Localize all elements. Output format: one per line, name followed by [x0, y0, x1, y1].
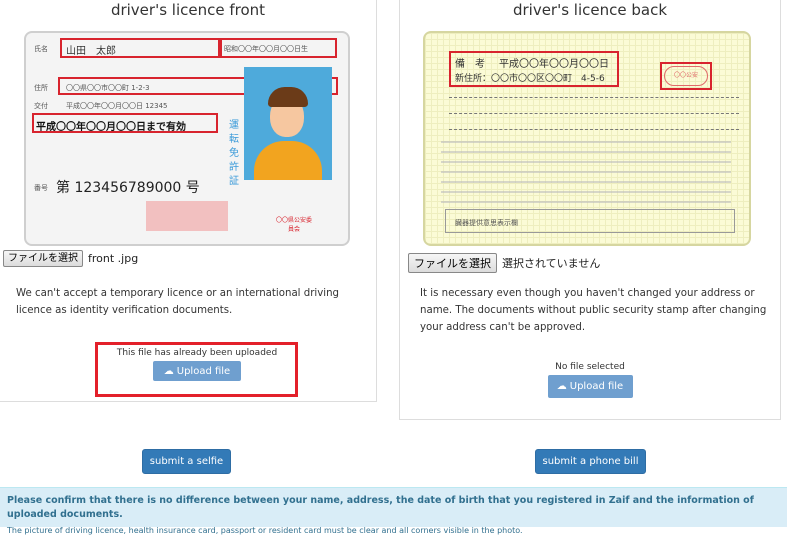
remarks-highlight-box [449, 51, 619, 87]
back-file-name: 選択されていません [502, 257, 601, 270]
front-notice: We can't accept a temporary licence or a… [16, 288, 340, 316]
front-address-label: 住所 [34, 84, 48, 92]
front-type-text: 運転免許証 [229, 120, 239, 187]
submit-phone-bill-button[interactable]: submit a phone bill [535, 449, 646, 474]
submit-selfie-button[interactable]: submit a selfie [142, 449, 231, 474]
front-authority: 〇〇県公安委員会 [275, 217, 312, 233]
front-file-row: ファイルを選択 front .jpg [3, 250, 138, 267]
front-issue-label: 交付 [34, 102, 48, 110]
back-fine-print [441, 141, 731, 205]
stamp-highlight-box [660, 62, 712, 90]
cloud-upload-icon: ☁ [556, 381, 567, 392]
front-title: driver's licence front [110, 1, 266, 19]
front-issue-value: 平成〇〇年〇〇月〇〇日 12345 [66, 102, 168, 110]
back-upload-button[interactable]: ☁ Upload file [547, 375, 633, 398]
back-file-row: ファイルを選択 選択されていません [408, 253, 600, 273]
front-number-label: 番号 [34, 184, 48, 192]
back-choose-file-button[interactable]: ファイルを選択 [408, 253, 497, 273]
info-subtext: The picture of driving licence, health i… [7, 526, 523, 535]
licence-type-grid [146, 201, 228, 231]
dash-line-3 [449, 129, 739, 130]
back-title: driver's licence back [512, 1, 668, 19]
uploaded-highlight-box [95, 342, 298, 397]
back-upload-label: Upload file [569, 381, 624, 392]
portrait-photo [244, 67, 332, 180]
birth-highlight-box [220, 38, 337, 58]
dash-line-1 [449, 97, 739, 98]
back-notice: It is necessary even though you haven't … [420, 288, 767, 333]
name-highlight-box [60, 38, 220, 58]
back-upload-area: No file selected ☁ Upload file [490, 362, 690, 398]
front-file-name: front .jpg [88, 252, 139, 265]
info-text: Please confirm that there is no differen… [7, 495, 754, 520]
portrait-shirt [254, 141, 322, 180]
expiry-highlight-box [32, 113, 218, 133]
back-upload-status: No file selected [555, 362, 625, 372]
dash-line-2 [449, 113, 739, 114]
front-name-label: 氏名 [34, 45, 48, 53]
front-number: 第 123456789000 号 [56, 180, 200, 196]
front-choose-file-button[interactable]: ファイルを選択 [3, 250, 83, 267]
portrait-hair [268, 87, 308, 107]
back-signature-box [445, 209, 735, 233]
confirmation-info-bar: Please confirm that there is no differen… [0, 487, 787, 535]
